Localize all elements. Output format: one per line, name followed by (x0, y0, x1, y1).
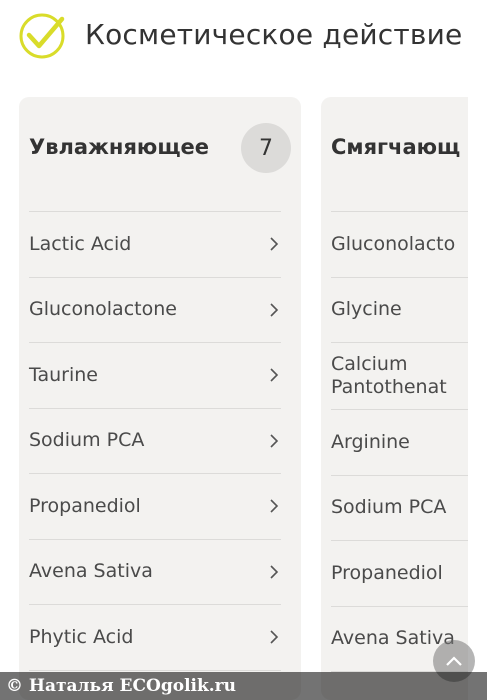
chevron-right-icon (270, 630, 279, 644)
watermark-text: © Наталья ECOgolik.ru (6, 676, 236, 696)
chevron-right-icon (270, 237, 279, 251)
check-circle-icon (19, 13, 65, 59)
chevron-right-icon (270, 368, 279, 382)
ingredient-list: Gluconolacto Glycine Calcium Pantothenat… (331, 211, 468, 672)
item-label: Arginine (331, 430, 410, 453)
page-title: Косметическое действие (85, 18, 463, 51)
list-item[interactable]: Arginine (331, 410, 468, 476)
item-label: Gluconolactone (29, 298, 177, 321)
list-item[interactable]: Sodium PCA (29, 409, 281, 474)
list-item[interactable]: Propanediol (29, 474, 281, 540)
watermark-bar: © Наталья ECOgolik.ru (0, 672, 487, 700)
chevron-right-icon (270, 434, 279, 448)
card-title: Увлажняющее (29, 135, 210, 159)
item-label: Calcium Pantothenat (331, 353, 447, 398)
card-title: Смягчающ (331, 135, 461, 159)
chevron-right-icon (270, 303, 279, 317)
item-label: Gluconolacto (331, 232, 456, 255)
list-item[interactable]: Lactic Acid (29, 212, 281, 278)
list-item[interactable]: Propanediol (331, 541, 468, 607)
list-item[interactable]: Calcium Pantothenat (331, 343, 468, 410)
chevron-up-icon (446, 656, 462, 666)
category-card-softening: Смягчающ Gluconolacto Glycine Calcium Pa… (321, 97, 468, 700)
card-header: Смягчающ (331, 123, 468, 175)
item-label: Lactic Acid (29, 232, 132, 255)
list-item[interactable]: Avena Sativa (29, 540, 281, 605)
list-item[interactable]: Gluconolacto (331, 212, 468, 278)
item-label: Propanediol (29, 494, 141, 517)
page-header: Косметическое действие (0, 0, 487, 80)
item-label: Taurine (29, 363, 98, 386)
count-badge: 7 (241, 123, 291, 173)
category-card-moisturizing: Увлажняющее 7 Lactic Acid Gluconolactone… (19, 97, 301, 700)
list-item[interactable]: Gluconolactone (29, 278, 281, 343)
list-item[interactable]: Phytic Acid (29, 605, 281, 671)
item-label: Avena Sativa (29, 560, 153, 583)
item-label: Sodium PCA (29, 429, 145, 452)
item-label: Propanediol (331, 561, 443, 584)
chevron-right-icon (270, 499, 279, 513)
card-header: Увлажняющее 7 (29, 123, 291, 175)
list-item[interactable]: Sodium PCA (331, 476, 468, 541)
cards-carousel[interactable]: Увлажняющее 7 Lactic Acid Gluconolactone… (0, 97, 468, 700)
list-item[interactable]: Glycine (331, 278, 468, 343)
ingredient-list: Lactic Acid Gluconolactone Taurine Sodiu… (29, 211, 281, 671)
chevron-right-icon (270, 565, 279, 579)
list-item[interactable]: Taurine (29, 343, 281, 409)
item-label: Glycine (331, 298, 402, 321)
item-label: Phytic Acid (29, 625, 134, 648)
item-label: Sodium PCA (331, 496, 447, 519)
